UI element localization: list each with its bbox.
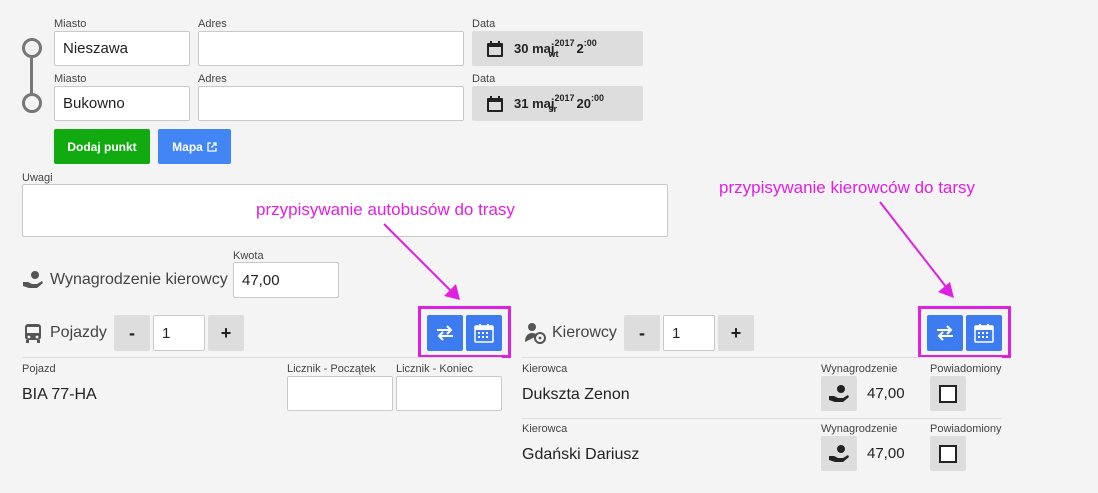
- driver-pay-label-2: Wynagrodzenie: [821, 423, 898, 435]
- swap-icon: [937, 325, 953, 341]
- date-year-2: 2017: [554, 92, 575, 103]
- city-input-2[interactable]: Bukowno: [54, 86, 190, 121]
- annotation-drivers: przypisywanie kierowców do tarsy: [719, 178, 976, 197]
- driver-label-1: Kierowca: [522, 363, 568, 375]
- city-input-1[interactable]: Nieszawa: [54, 31, 190, 66]
- annotation-arrow-buses: [383, 223, 460, 300]
- route-line: [30, 58, 33, 94]
- notified-label-1: Powiadomiony: [930, 363, 1002, 375]
- city-label-1: Miasto: [54, 18, 87, 30]
- address-input-2[interactable]: [198, 86, 464, 121]
- drivers-plus-button[interactable]: +: [718, 315, 754, 351]
- notified-checkbox-1[interactable]: [939, 384, 957, 403]
- amount-label: Kwota: [233, 250, 264, 262]
- date-weekday-1: wt: [548, 48, 559, 59]
- time-min-1: :00: [583, 37, 597, 48]
- date-label-1: Data: [472, 18, 496, 30]
- route-point-dot-2: [22, 93, 42, 113]
- driver-icon: [525, 323, 546, 344]
- city-label-2: Miasto: [54, 73, 87, 85]
- vehicles-title-text: Pojazdy: [50, 324, 107, 341]
- external-link-icon: [207, 141, 217, 152]
- amount-input[interactable]: 47,00: [233, 262, 339, 298]
- drivers-divider-2: [522, 418, 1002, 419]
- vehicles-minus-button[interactable]: -: [114, 315, 150, 351]
- date-weekday-2: śr: [548, 103, 558, 114]
- calendar-grid-icon: [474, 324, 494, 343]
- counter-end-label: Licznik - Koniec: [396, 363, 474, 375]
- time-hour-2: 20: [576, 96, 591, 111]
- vehicles-swap-button[interactable]: [427, 315, 463, 351]
- counter-start-label: Licznik - Początek: [287, 363, 376, 375]
- address-input-1[interactable]: [198, 31, 464, 66]
- vehicles-calendar-button[interactable]: [466, 315, 502, 351]
- vehicle-col-label: Pojazd: [22, 363, 56, 375]
- address-label-1: Adres: [198, 18, 227, 30]
- driver-pay-title-text: Wynagrodzenie kierowcy: [50, 271, 228, 288]
- driver-name-2: Gdański Dariusz: [522, 446, 640, 463]
- calendar-grid-icon: [974, 324, 994, 343]
- vehicles-count-input[interactable]: 1: [153, 315, 205, 351]
- drivers-swap-button[interactable]: [927, 315, 963, 351]
- time-min-2: :00: [590, 92, 604, 103]
- address-label-2: Adres: [198, 73, 227, 85]
- driver-name-1: Dukszta Zenon: [522, 386, 630, 403]
- vehicles-title: Pojazdy: [22, 322, 107, 344]
- calendar-icon: [487, 40, 503, 57]
- vehicles-plus-button[interactable]: +: [208, 315, 244, 351]
- driver-pay-label-1: Wynagrodzenie: [821, 363, 898, 375]
- drivers-divider-1: [522, 357, 1002, 358]
- driver-pay-button-2[interactable]: [821, 436, 857, 471]
- money-hand-icon: [23, 271, 43, 288]
- map-button-label: Mapa: [172, 139, 203, 154]
- swap-icon: [437, 325, 453, 341]
- counter-end-input[interactable]: [396, 376, 502, 411]
- counter-start-input[interactable]: [287, 376, 393, 411]
- money-hand-icon: [829, 384, 849, 402]
- drivers-count-input[interactable]: 1: [663, 315, 715, 351]
- calendar-icon: [487, 95, 503, 112]
- bus-icon: [25, 324, 41, 343]
- driver-label-2: Kierowca: [522, 423, 568, 435]
- route-point-dot-1: [22, 38, 42, 58]
- vehicle-name: BIA 77-HA: [22, 386, 97, 403]
- money-hand-icon: [829, 444, 849, 462]
- annotation-buses: przypisywanie autobusów do trasy: [256, 200, 515, 219]
- annotation-arrow-drivers: [879, 201, 954, 298]
- driver-pay-value-2: 47,00: [867, 445, 905, 462]
- drivers-title: Kierowcy: [524, 322, 617, 344]
- drivers-calendar-button[interactable]: [966, 315, 1002, 351]
- date-year-1: 2017: [554, 37, 575, 48]
- notified-checkbox-wrap-2: [930, 436, 966, 471]
- notified-checkbox-2[interactable]: [939, 444, 957, 463]
- add-point-button[interactable]: Dodaj punkt: [54, 129, 150, 164]
- date-picker-2[interactable]: 31 maj 2017 śr 20 :00: [472, 86, 643, 121]
- driver-pay-value-1: 47,00: [867, 385, 905, 402]
- map-button[interactable]: Mapa: [158, 129, 231, 164]
- driver-pay-title: Wynagrodzenie kierowcy: [22, 270, 228, 290]
- notified-checkbox-wrap-1: [930, 376, 966, 411]
- driver-pay-button-1[interactable]: [821, 376, 857, 411]
- date-picker-1[interactable]: 30 maj 2017 wt 2 :00: [472, 31, 643, 66]
- drivers-title-text: Kierowcy: [552, 324, 617, 341]
- notes-label: Uwagi: [22, 172, 53, 184]
- drivers-minus-button[interactable]: -: [624, 315, 660, 351]
- date-label-2: Data: [472, 73, 496, 85]
- vehicles-divider: [22, 357, 502, 358]
- notified-label-2: Powiadomiony: [930, 423, 1002, 435]
- time-hour-1: 2: [576, 41, 584, 56]
